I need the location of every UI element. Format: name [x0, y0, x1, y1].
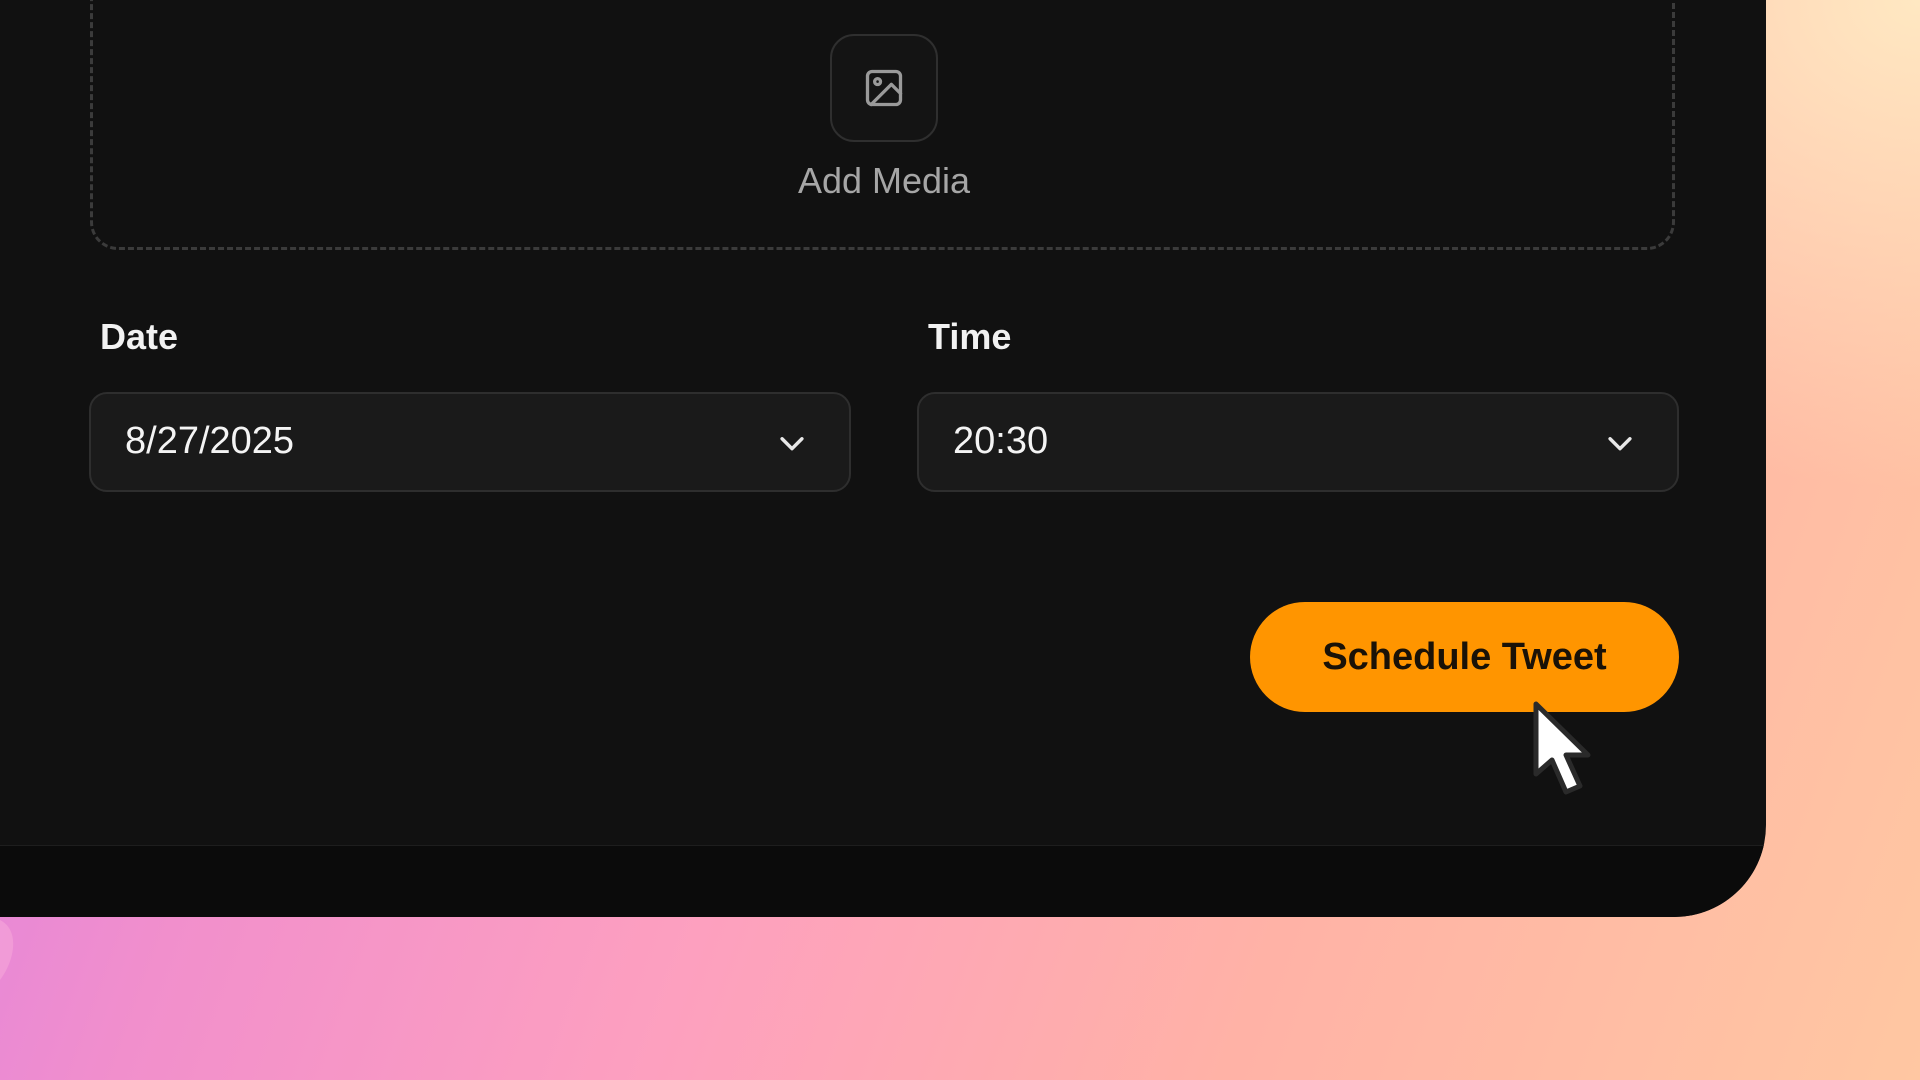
background-swoosh	[0, 920, 14, 980]
add-media-label: Add Media	[797, 160, 971, 201]
chevron-down-icon	[1608, 437, 1632, 451]
date-label: Date	[100, 316, 179, 357]
footer-bar	[0, 845, 1766, 917]
app-window: Add Media Date Time 8/27/2025 20:30 Sche…	[0, 0, 1766, 917]
mouse-cursor-icon	[1533, 701, 1591, 795]
time-select[interactable]: 20:30	[917, 392, 1679, 492]
add-media-button[interactable]	[830, 34, 938, 142]
date-select[interactable]: 8/27/2025	[89, 392, 851, 492]
date-value: 8/27/2025	[125, 420, 295, 462]
image-icon	[865, 69, 903, 107]
time-label: Time	[928, 316, 1012, 357]
chevron-down-icon	[780, 437, 804, 451]
schedule-tweet-button[interactable]: Schedule Tweet	[1250, 602, 1679, 712]
time-value: 20:30	[953, 420, 1049, 462]
